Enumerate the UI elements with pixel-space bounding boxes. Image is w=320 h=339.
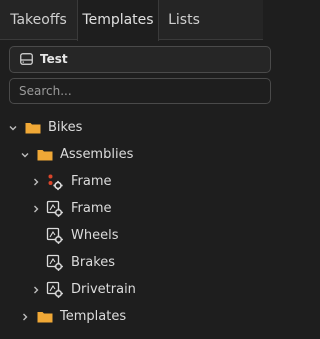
project-selector[interactable]: Test <box>9 46 271 73</box>
tree-item-brakes[interactable]: Brakes <box>0 250 263 276</box>
tree-item-drivetrain[interactable]: Drivetrain <box>0 277 263 303</box>
tree-item-label: Frame <box>71 201 112 216</box>
chevron-right-icon[interactable] <box>31 204 41 214</box>
tree-item-frame[interactable]: Frame <box>0 196 263 222</box>
tree-item-label: Bikes <box>48 120 83 135</box>
assembly-gear-icon <box>46 281 63 298</box>
tab-templates[interactable]: Templates <box>77 0 159 41</box>
folder-icon <box>25 123 41 134</box>
tab-lists[interactable]: Lists <box>159 0 209 40</box>
folder-icon <box>37 312 53 323</box>
tree-item-templates[interactable]: Templates <box>0 304 263 330</box>
tab-takeoffs[interactable]: Takeoffs <box>0 0 77 40</box>
project-selector-label: Test <box>40 52 68 66</box>
tree-item-label: Wheels <box>71 228 119 243</box>
chevron-down-icon[interactable] <box>20 150 30 160</box>
tree-item-label: Frame <box>71 174 112 189</box>
assembly-gear-icon <box>46 200 63 217</box>
tree-item-bikes[interactable]: Bikes <box>0 115 263 141</box>
tree-item-frame[interactable]: Frame <box>0 169 263 195</box>
chevron-right-icon[interactable] <box>31 285 41 295</box>
assembly-gear-icon <box>46 227 63 244</box>
folder-icon <box>37 150 53 161</box>
tab-bar: Takeoffs Templates Lists <box>0 0 263 41</box>
search-input[interactable] <box>9 78 271 104</box>
tree-item-label: Drivetrain <box>71 282 136 297</box>
tree-item-label: Templates <box>60 309 127 324</box>
assembly-gear-icon <box>46 254 63 271</box>
tree-item-label: Assemblies <box>60 147 134 162</box>
chevron-down-icon[interactable] <box>8 123 18 133</box>
assembly-colored-gear-icon <box>48 174 63 191</box>
tree-item-assemblies[interactable]: Assemblies <box>0 142 263 168</box>
chevron-right-icon[interactable] <box>20 312 30 322</box>
drive-icon <box>20 53 33 65</box>
tree-item-label: Brakes <box>71 255 116 270</box>
chevron-right-icon[interactable] <box>31 177 41 187</box>
tree-item-wheels[interactable]: Wheels <box>0 223 263 249</box>
